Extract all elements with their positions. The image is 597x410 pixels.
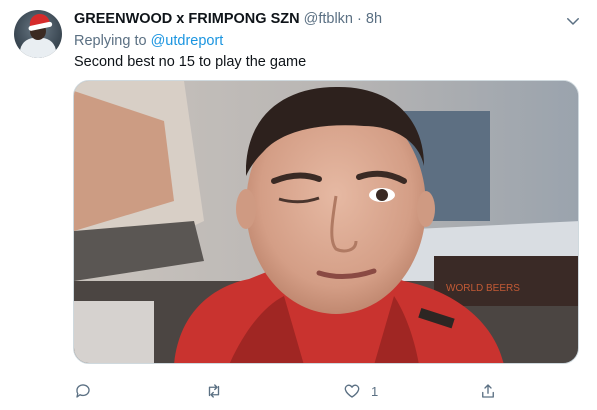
tweet-text: Second best no 15 to play the game xyxy=(74,54,307,70)
like-button[interactable]: 1 xyxy=(343,376,378,406)
replying-to-line: Replying to @utdreport xyxy=(74,31,223,51)
replying-to-label: Replying to xyxy=(74,33,147,49)
chevron-down-icon[interactable] xyxy=(564,12,582,30)
avatar[interactable] xyxy=(14,10,62,58)
separator-dot: · xyxy=(357,11,362,27)
speech-bubble-icon xyxy=(76,384,90,398)
retweet-arrows-icon xyxy=(208,384,220,398)
selfie-photo: WORLD BEERS xyxy=(74,81,578,363)
tweet[interactable]: GREENWOOD x FRIMPONG SZN @ftblkn · 8h Re… xyxy=(0,0,597,410)
tweet-header: GREENWOOD x FRIMPONG SZN @ftblkn · 8h xyxy=(74,9,382,29)
santa-hat-icon xyxy=(27,12,51,28)
timestamp[interactable]: 8h xyxy=(366,11,382,27)
display-name[interactable]: GREENWOOD x FRIMPONG SZN xyxy=(74,11,300,27)
avatar-shirt xyxy=(20,38,56,58)
tweet-photo[interactable]: WORLD BEERS xyxy=(73,80,579,364)
user-handle[interactable]: @ftblkn xyxy=(304,11,353,27)
reply-button[interactable] xyxy=(74,376,92,406)
heart-icon xyxy=(344,384,360,398)
replying-to-mention[interactable]: @utdreport xyxy=(151,33,224,49)
retweet-button[interactable] xyxy=(205,376,223,406)
like-count: 1 xyxy=(371,383,379,399)
image-sign-text: WORLD BEERS xyxy=(446,283,520,294)
share-button[interactable] xyxy=(479,376,497,406)
tweet-actions: 1 xyxy=(0,376,597,406)
share-upload-icon xyxy=(482,384,494,398)
